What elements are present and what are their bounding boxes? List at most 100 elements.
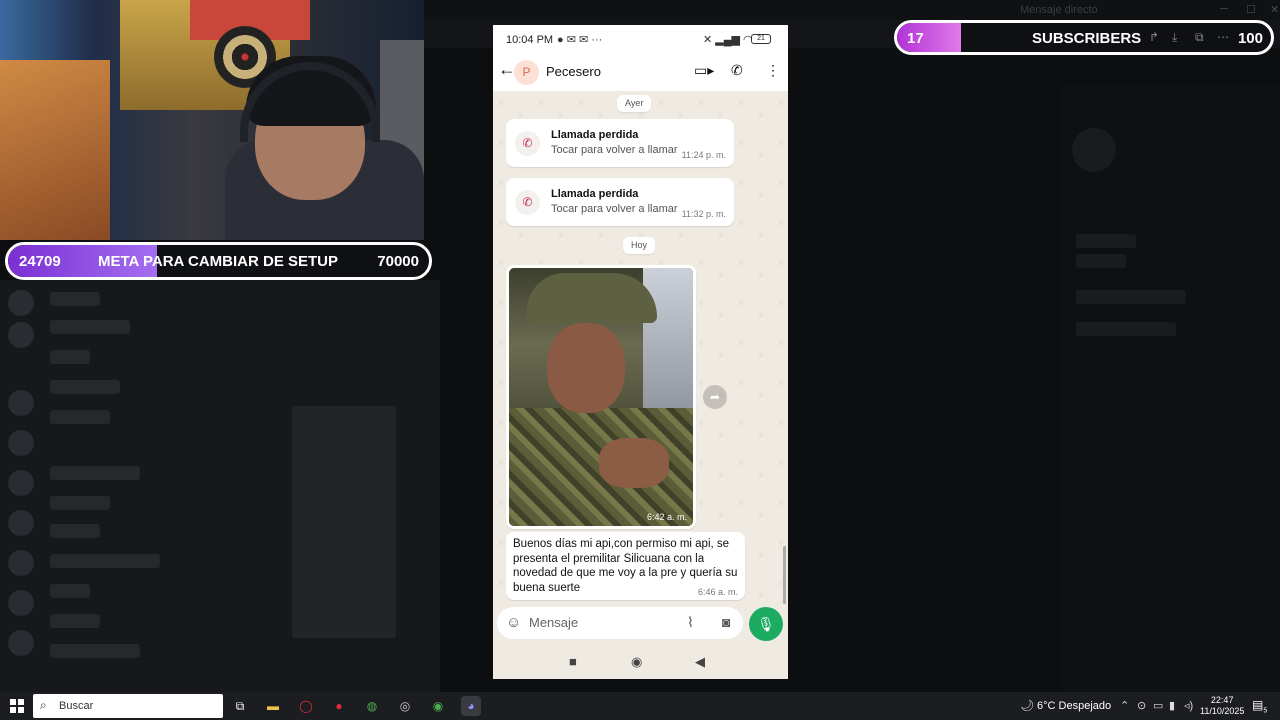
list-item[interactable] (50, 350, 90, 364)
background-image-preview (292, 406, 396, 638)
server-icon[interactable] (8, 390, 34, 416)
server-icon[interactable] (8, 630, 34, 656)
server-icon[interactable] (8, 590, 34, 616)
share-icon: ↱ (1149, 30, 1160, 44)
more-icon: ⋯ (1217, 30, 1229, 44)
list-item[interactable] (50, 410, 110, 424)
clock-time: 22:47 (1210, 695, 1234, 705)
contact-name[interactable]: Pecesero (546, 64, 601, 79)
webcam-background (0, 60, 110, 240)
background-window-titlebar: Mensaje directo ─ ☐ ✕ (424, 0, 1280, 20)
chrome-icon[interactable]: ◍ (362, 696, 382, 716)
sticker-icon[interactable]: ☺ (506, 614, 521, 631)
chat-area[interactable]: Ayer ✆ Llamada perdida Tocar para volver… (493, 91, 788, 607)
maximize-icon[interactable]: ☐ (1246, 3, 1256, 16)
list-item[interactable] (50, 554, 160, 568)
windows-taskbar: ⌕ Buscar ⧉ ▬ ◯ ● ◍ ◎ ◉ ◕ 🌙︎ 6°C Despejad… (0, 692, 1280, 720)
notification-center-icon[interactable]: ▤5 (1252, 698, 1267, 714)
list-item[interactable] (50, 320, 130, 334)
microphone-tray-icon[interactable]: ▮ (1169, 699, 1175, 712)
goal-target: 70000 (377, 253, 419, 270)
avatar (1072, 128, 1116, 172)
server-icon[interactable] (8, 430, 34, 456)
list-item[interactable] (50, 380, 120, 394)
obs-icon[interactable]: ◎ (395, 696, 415, 716)
status-bar: 10:04 PM ● ✉ ✉ ··· ✕ ▂▄▆ ◠ 21 (493, 25, 788, 53)
missed-call-card[interactable]: ✆ Llamada perdida Tocar para volver a ll… (506, 119, 734, 167)
server-icon[interactable] (8, 322, 34, 348)
video-call-icon[interactable]: ▭▸ (694, 62, 714, 79)
camera-icon[interactable]: ◙ (722, 614, 730, 630)
notification-icons: ● ✉ ✉ ··· (557, 34, 603, 46)
search-icon: ⌕ (40, 698, 47, 712)
server-icon[interactable] (8, 470, 34, 496)
list-item[interactable] (50, 584, 90, 598)
webcam-feed (0, 0, 424, 240)
close-icon[interactable]: ✕ (1270, 3, 1279, 16)
subscriber-current: 17 (907, 30, 924, 47)
task-view-icon[interactable]: ⧉ (230, 696, 250, 716)
android-navbar: ■ ◉ ◀ (493, 649, 788, 679)
list-item[interactable] (50, 524, 100, 538)
subscriber-goal-bar: 17 SUBSCRIBERS ↱ ⤓ ⧉ ⋯ 100 (894, 20, 1274, 55)
text-message-bubble[interactable]: Buenos días mi api,con permiso mi api, s… (506, 532, 745, 600)
message-placeholder[interactable]: Mensaje (529, 615, 578, 630)
background-profile-panel (1062, 84, 1280, 694)
missed-call-subtitle: Tocar para volver a llamar (551, 144, 678, 156)
list-item[interactable] (50, 496, 110, 510)
taskbar-search[interactable]: ⌕ Buscar (33, 694, 223, 718)
phone-call-icon[interactable]: ✆ (731, 62, 743, 79)
windows-start-icon[interactable] (10, 699, 24, 713)
home-icon[interactable]: ◉ (631, 654, 642, 670)
forward-icon[interactable]: ➦ (703, 385, 727, 409)
back-icon[interactable]: ◀ (695, 654, 705, 670)
weather-widget[interactable]: 🌙︎ 6°C Despejado (1020, 699, 1111, 712)
photo-hand (599, 438, 669, 488)
server-icon[interactable] (8, 550, 34, 576)
photo-face (547, 323, 625, 413)
signal-icons: ✕ ▂▄▆ ◠ (703, 34, 753, 46)
message-input[interactable]: ☺ Mensaje ⌇ ◙ (497, 607, 743, 639)
opera-gx-icon[interactable]: ◯ (296, 696, 316, 716)
missed-call-subtitle: Tocar para volver a llamar (551, 203, 678, 215)
tray-app-icon[interactable]: ⊙ (1137, 699, 1146, 712)
taskbar-clock[interactable]: 22:47 11/10/2025 (1200, 695, 1244, 717)
list-item (1076, 322, 1176, 336)
list-item[interactable] (50, 614, 100, 628)
chat-scrollbar[interactable] (783, 546, 786, 604)
overflow-menu-icon[interactable]: ⋮ (766, 62, 780, 79)
list-item[interactable] (50, 292, 100, 306)
tray-chevron-icon[interactable]: ⌃ (1120, 699, 1129, 712)
composer-bar: ☺ Mensaje ⌇ ◙ 🎙︎ (493, 607, 788, 649)
chat-header: ← P Pecesero ▭▸ ✆ ⋮ (493, 53, 788, 91)
file-explorer-icon[interactable]: ▬ (263, 696, 283, 716)
download-icon: ⤓ (1172, 30, 1178, 44)
server-icon[interactable] (8, 510, 34, 536)
photo-message[interactable]: 6:42 a. m. (506, 265, 696, 529)
weather-text: 6°C Despejado (1037, 700, 1112, 712)
network-icon[interactable]: ▭ (1153, 699, 1163, 712)
app-icon[interactable]: ◉ (428, 696, 448, 716)
missed-call-card[interactable]: ✆ Llamada perdida Tocar para volver a ll… (506, 178, 734, 226)
volume-icon[interactable]: ◃) (1184, 699, 1193, 712)
photo-image[interactable]: 6:42 a. m. (509, 268, 693, 526)
microphone-icon[interactable]: 🎙︎ (749, 607, 783, 641)
minimize-icon[interactable]: ─ (1220, 3, 1228, 15)
list-item[interactable] (50, 466, 140, 480)
phone-screen: 10:04 PM ● ✉ ✉ ··· ✕ ▂▄▆ ◠ 21 ← P Pecese… (493, 25, 788, 679)
missed-call-icon: ✆ (515, 190, 540, 215)
avatar[interactable]: P (514, 60, 539, 85)
notification-count: 5 (1263, 707, 1268, 715)
goal-label: META PARA CAMBIAR DE SETUP (98, 253, 338, 270)
opera-icon[interactable]: ● (329, 696, 349, 716)
photo-time: 6:42 a. m. (646, 512, 687, 522)
attach-icon[interactable]: ⌇ (687, 614, 694, 631)
background-window-title: Mensaje directo (1020, 4, 1098, 16)
list-item (1076, 254, 1126, 268)
list-item[interactable] (50, 644, 140, 658)
discord-icon[interactable]: ◕ (461, 696, 481, 716)
server-icon[interactable] (8, 290, 34, 316)
missed-call-icon: ✆ (515, 131, 540, 156)
recents-icon[interactable]: ■ (569, 654, 577, 669)
list-item (1076, 290, 1186, 304)
